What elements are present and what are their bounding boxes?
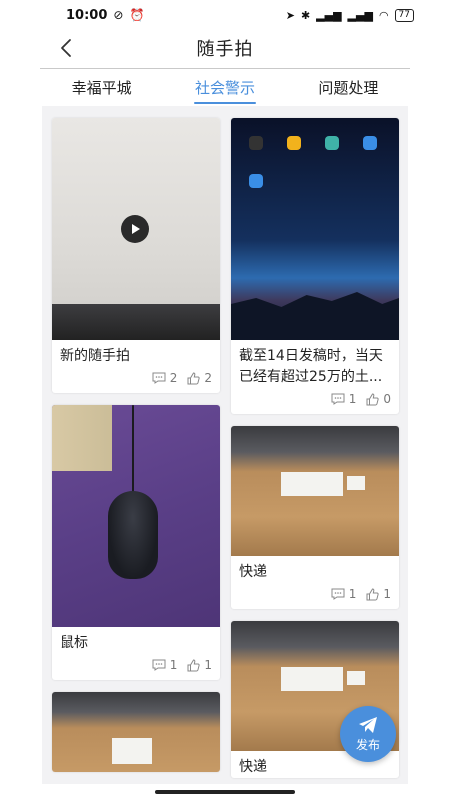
post-stats: 2 2 — [52, 367, 220, 393]
battery-icon: 77 — [394, 8, 414, 22]
thumbs-up-icon — [366, 392, 380, 405]
paper-plane-icon — [359, 716, 377, 733]
comment-count: 1 — [348, 392, 357, 406]
comment-icon — [331, 588, 345, 600]
post-card[interactable] — [52, 692, 220, 772]
like-count: 1 — [383, 587, 391, 601]
publish-button[interactable]: 发布 — [340, 706, 396, 762]
post-title: 截至14日发稿时，当天已经有超过25万的土... — [239, 348, 383, 385]
post-feed[interactable]: 新的随手拍 2 2 鼠标 1 1 截至14日发稿时，当天已经有超过25万的土..… — [42, 106, 408, 784]
comment-icon — [331, 393, 345, 405]
wifi-icon: ◠ — [378, 8, 389, 22]
like-count: 0 — [383, 392, 391, 406]
post-thumbnail — [231, 118, 399, 340]
post-stats: 1 0 — [231, 388, 399, 414]
feed-column-right: 截至14日发稿时，当天已经有超过25万的土... 1 0 快递 1 1 快递 — [231, 118, 399, 778]
back-button[interactable] — [54, 34, 78, 62]
like-count: 2 — [204, 371, 212, 385]
alarm-icon: ⏰ — [129, 8, 145, 22]
post-stats: 1 1 — [52, 654, 220, 680]
post-card[interactable]: 新的随手拍 2 2 — [52, 118, 220, 393]
home-indicator[interactable] — [155, 790, 295, 794]
publish-label: 发布 — [355, 737, 380, 752]
post-stats: 1 1 — [231, 583, 399, 609]
sync-off-icon: ⊘ — [113, 8, 124, 22]
comment-icon — [152, 659, 166, 671]
chevron-left-icon — [61, 39, 71, 57]
comment-count: 1 — [348, 587, 357, 601]
thumbs-up-icon — [187, 658, 201, 671]
status-time: 10:00 — [66, 7, 108, 23]
location-icon: ➤ — [285, 8, 295, 22]
bluetooth-icon: ✱ — [300, 8, 311, 22]
status-bar: 10:00 ⊘ ⏰ ➤ ✱ ▂▄▆ ▂▄▆ ◠ 77 — [0, 0, 450, 30]
post-card[interactable]: 鼠标 1 1 — [52, 405, 220, 680]
post-thumbnail — [52, 405, 220, 627]
post-thumbnail — [231, 426, 399, 556]
page-title: 随手拍 — [196, 39, 254, 60]
tab-bar: 幸福平城 社会警示 问题处理 — [40, 70, 410, 106]
post-thumbnail — [52, 118, 220, 340]
app-header: 随手拍 — [40, 30, 410, 66]
post-title: 新的随手拍 — [60, 348, 130, 364]
tab-shehui-jingshi[interactable]: 社会警示 — [163, 70, 286, 106]
post-title: 快递 — [239, 564, 267, 580]
signal-icon: ▂▄▆ — [316, 8, 342, 22]
post-title: 鼠标 — [60, 635, 88, 651]
post-thumbnail — [52, 692, 220, 772]
comment-icon — [152, 372, 166, 384]
comment-count: 2 — [169, 371, 178, 385]
comment-count: 1 — [169, 658, 178, 672]
like-count: 1 — [204, 658, 212, 672]
feed-column-left: 新的随手拍 2 2 鼠标 1 1 — [52, 118, 220, 772]
header-divider — [40, 68, 410, 69]
play-icon[interactable] — [121, 215, 149, 243]
tab-xingfu-pingcheng[interactable]: 幸福平城 — [40, 70, 163, 106]
thumbs-up-icon — [366, 587, 380, 600]
signal-icon-2: ▂▄▆ — [347, 8, 373, 22]
post-card[interactable]: 截至14日发稿时，当天已经有超过25万的土... 1 0 — [231, 118, 399, 414]
thumbs-up-icon — [187, 371, 201, 384]
post-card[interactable]: 快递 1 1 — [231, 426, 399, 609]
tab-wenti-chuli[interactable]: 问题处理 — [287, 70, 410, 106]
